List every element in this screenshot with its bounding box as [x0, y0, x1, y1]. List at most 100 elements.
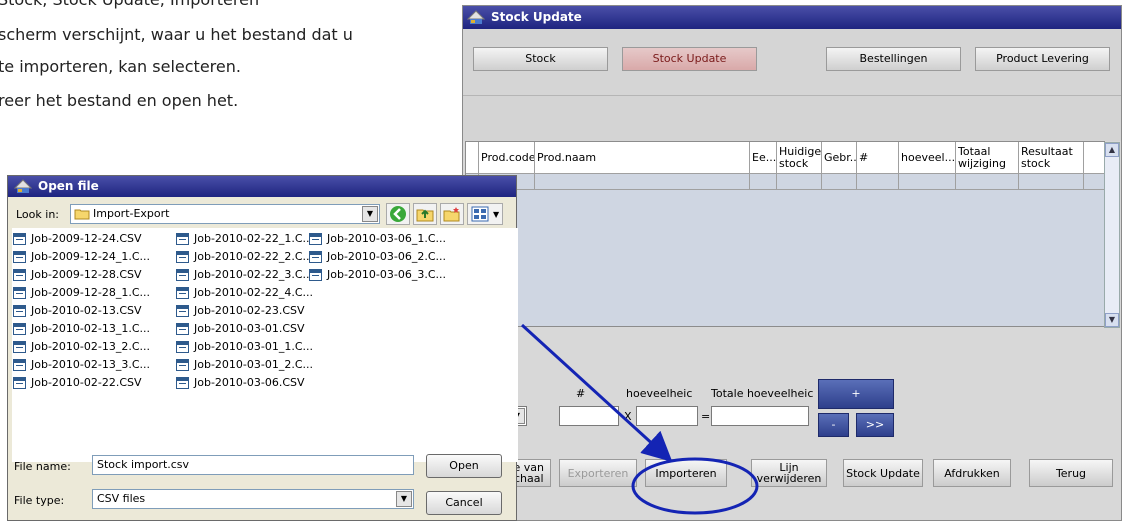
table-row[interactable]: ›	[466, 174, 1104, 190]
csv-file-icon	[13, 341, 26, 353]
list-item[interactable]: Job-2009-12-24.CSV	[13, 230, 142, 248]
list-item[interactable]: Job-2010-03-06_1.C...	[309, 230, 446, 248]
chevron-down-icon[interactable]: ▼	[362, 206, 378, 222]
app-icon	[14, 179, 32, 193]
csv-file-icon	[176, 251, 189, 263]
product-levering-button[interactable]: Product Levering	[975, 47, 1110, 71]
plus-button[interactable]: +	[818, 379, 894, 409]
grid-col-totaal-wijziging[interactable]: Totaal wijziging	[956, 142, 1019, 173]
chevron-down-icon[interactable]: ▼	[396, 491, 412, 507]
grid-col-prodcode[interactable]: Prod.code	[479, 142, 535, 173]
lijn-verwijderen-button[interactable]: Lijn verwijderen	[751, 459, 827, 487]
minus-button[interactable]: -	[818, 413, 849, 437]
view-menu-icon[interactable]: ▼	[467, 203, 503, 225]
grid-col-hoeveelheid[interactable]: hoeveel...	[899, 142, 956, 173]
grid-col-huidige-stock[interactable]: Huidige stock	[777, 142, 822, 173]
csv-file-icon	[176, 233, 189, 245]
csv-file-icon	[13, 287, 26, 299]
list-item[interactable]: Job-2010-03-06.CSV	[176, 374, 305, 392]
csv-file-icon	[13, 305, 26, 317]
stock-update-window: Stock Update Stock Stock Update Bestelli…	[462, 5, 1122, 521]
back-icon[interactable]	[386, 203, 410, 225]
list-item[interactable]: Job-2010-03-06_2.C...	[309, 248, 446, 266]
list-item[interactable]: Job-2010-02-13.CSV	[13, 302, 142, 320]
open-dialog-title: Open file	[38, 179, 99, 193]
open-button[interactable]: Open	[426, 454, 502, 478]
list-item[interactable]: Job-2010-02-22_4.C...	[176, 284, 313, 302]
list-item[interactable]: Job-2009-12-24_1.C...	[13, 248, 150, 266]
doc-line-4: reer het bestand en open het.	[0, 91, 239, 110]
list-item[interactable]: Job-2010-03-01.CSV	[176, 320, 305, 338]
stock-window-titlebar: Stock Update	[463, 6, 1121, 29]
grid-vertical-scrollbar[interactable]: ▲ ▼	[1104, 142, 1120, 328]
total-quantity-field[interactable]	[711, 406, 809, 426]
csv-file-icon	[309, 251, 322, 263]
grid-col-hash[interactable]: #	[857, 142, 899, 173]
file-name-field[interactable]: Stock import.csv	[92, 455, 414, 475]
count-field[interactable]	[559, 406, 619, 426]
next-button[interactable]: >>	[856, 413, 894, 437]
list-item[interactable]: Job-2010-02-13_3.C...	[13, 356, 150, 374]
csv-file-icon	[176, 287, 189, 299]
list-item[interactable]: Job-2009-12-28.CSV	[13, 266, 142, 284]
app-icon	[467, 10, 485, 24]
cancel-button[interactable]: Cancel	[426, 491, 502, 515]
look-in-select[interactable]: Import-Export ▼	[70, 204, 380, 224]
exporteren-button[interactable]: Exporteren	[559, 459, 637, 487]
total-quantity-label: Totale hoeveelheic	[711, 387, 814, 400]
count-label: #	[576, 387, 586, 400]
file-type-select[interactable]: CSV files ▼	[92, 489, 414, 509]
csv-file-icon	[13, 269, 26, 281]
csv-file-icon	[13, 323, 26, 335]
up-folder-icon[interactable]	[413, 203, 437, 225]
list-item[interactable]: Job-2010-02-13_1.C...	[13, 320, 150, 338]
list-item[interactable]: Job-2010-03-06_3.C...	[309, 266, 446, 284]
list-item[interactable]: Job-2010-03-01_2.C...	[176, 356, 313, 374]
scroll-down-icon[interactable]: ▼	[1105, 313, 1119, 327]
csv-file-icon	[13, 251, 26, 263]
grid-col-prodnaam[interactable]: Prod.naam	[535, 142, 750, 173]
csv-file-icon	[176, 269, 189, 281]
stock-button[interactable]: Stock	[473, 47, 608, 71]
stock-window-title: Stock Update	[491, 10, 582, 24]
csv-file-icon	[309, 233, 322, 245]
doc-line-1: Stock, Stock Update, Importeren	[0, 0, 259, 15]
importeren-button[interactable]: Importeren	[645, 459, 727, 487]
stock-grid[interactable]: Prod.code Prod.naam Ee... Huidige stock …	[465, 141, 1120, 328]
terug-button[interactable]: Terug	[1029, 459, 1113, 487]
stock-update-button[interactable]: Stock Update	[843, 459, 923, 487]
list-item[interactable]: Job-2010-02-22.CSV	[13, 374, 142, 392]
new-folder-icon[interactable]	[440, 203, 464, 225]
grid-col-resultaat-stock[interactable]: Resultaat stock	[1019, 142, 1084, 173]
quantity-label: hoeveelheic	[626, 387, 693, 400]
look-in-label: Look in:	[16, 208, 59, 221]
list-item[interactable]: Job-2010-02-22_1.C...	[176, 230, 313, 248]
list-item[interactable]: Job-2010-02-22_2.C...	[176, 248, 313, 266]
csv-file-icon	[176, 341, 189, 353]
grid-col-gebruik[interactable]: Gebr...	[822, 142, 857, 173]
stock-update-tab-button[interactable]: Stock Update	[622, 47, 757, 71]
doc-line-3: te importeren, kan selecteren.	[0, 57, 241, 76]
list-item[interactable]: Job-2010-02-23.CSV	[176, 302, 305, 320]
quantity-field[interactable]	[636, 406, 698, 426]
csv-file-icon	[176, 359, 189, 371]
folder-icon	[74, 209, 90, 220]
list-item[interactable]: Job-2010-02-22_3.C...	[176, 266, 313, 284]
grid-col-eenheid[interactable]: Ee...	[750, 142, 777, 173]
multiply-sign: X	[624, 410, 632, 423]
equals-sign: =	[701, 410, 711, 423]
list-item[interactable]: Job-2010-03-01_1.C...	[176, 338, 313, 356]
bestellingen-button[interactable]: Bestellingen	[826, 47, 961, 71]
csv-file-icon	[176, 305, 189, 317]
file-list[interactable]: Job-2009-12-24.CSV Job-2009-12-24_1.C... J…	[12, 228, 518, 462]
grid-col-selector	[466, 142, 479, 173]
doc-line-2: scherm verschijnt, waar u het bestand da…	[0, 25, 353, 44]
csv-file-icon	[176, 323, 189, 335]
look-in-value: Import-Export	[93, 207, 170, 220]
file-type-value: CSV files	[97, 492, 146, 505]
top-button-bar: Stock Stock Update Bestellingen Product …	[463, 29, 1121, 96]
list-item[interactable]: Job-2009-12-28_1.C...	[13, 284, 150, 302]
scroll-up-icon[interactable]: ▲	[1105, 143, 1119, 157]
list-item[interactable]: Job-2010-02-13_2.C...	[13, 338, 150, 356]
afdrukken-button[interactable]: Afdrukken	[933, 459, 1011, 487]
